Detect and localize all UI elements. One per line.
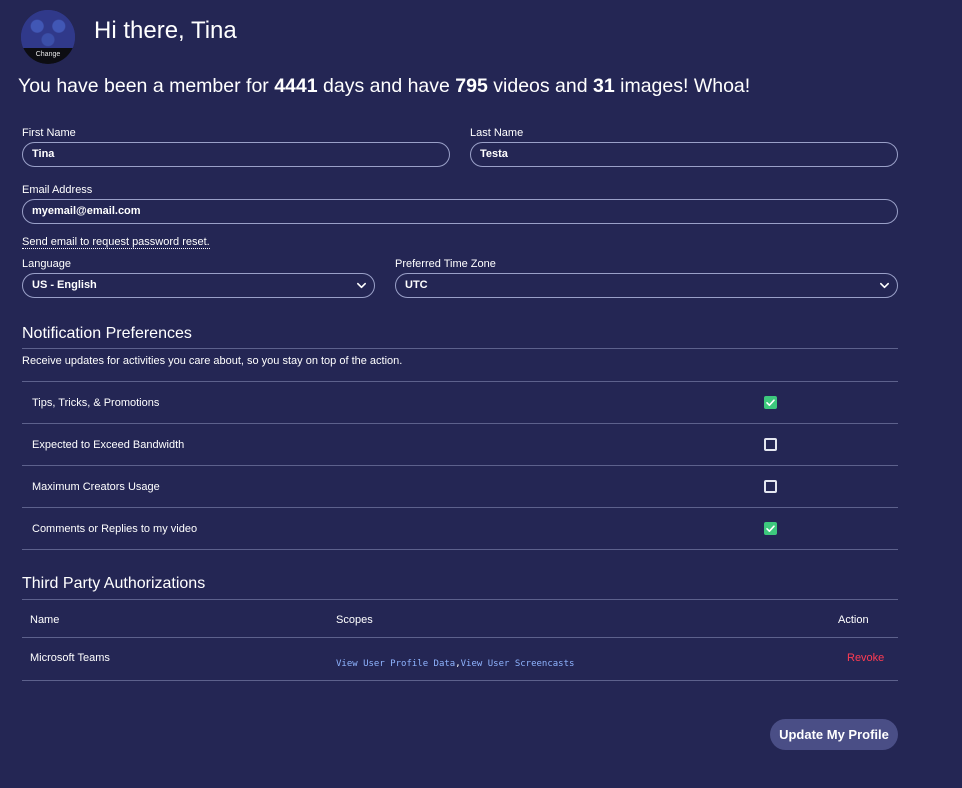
checkbox-checked[interactable]	[764, 396, 777, 409]
pref-label: Tips, Tricks, & Promotions	[32, 397, 160, 409]
scope-tag: View User Screencasts	[460, 659, 575, 669]
timezone-select[interactable]: UTC	[395, 273, 898, 298]
notification-description: Receive updates for activities you care …	[22, 355, 403, 367]
notification-preferences-title: Notification Preferences	[22, 325, 192, 342]
last-name-field[interactable]: Testa	[470, 142, 898, 167]
table-header-divider	[22, 637, 898, 638]
notification-title-divider	[22, 348, 898, 349]
avatar[interactable]: Change	[21, 10, 75, 64]
first-name-field[interactable]: Tina	[22, 142, 450, 167]
checkbox-unchecked[interactable]	[764, 480, 777, 493]
pref-row-comments: Comments or Replies to my video	[22, 508, 898, 550]
column-header-name: Name	[30, 614, 60, 626]
column-header-scopes: Scopes	[336, 614, 373, 626]
password-reset-link[interactable]: Send email to request password reset.	[22, 236, 210, 249]
membership-images: 31	[593, 75, 615, 97]
membership-suffix: images! Whoa!	[620, 75, 751, 97]
checkmark-icon	[766, 525, 775, 532]
language-value: US - English	[32, 279, 97, 291]
membership-mid1: days and have	[323, 75, 450, 97]
last-name-label: Last Name	[470, 127, 524, 139]
checkbox-unchecked[interactable]	[764, 438, 777, 451]
pref-label: Maximum Creators Usage	[32, 481, 160, 493]
avatar-change-label[interactable]: Change	[21, 48, 75, 64]
timezone-value: UTC	[405, 279, 428, 291]
membership-videos: 795	[455, 75, 488, 97]
membership-summary: You have been a member for 4441 days and…	[18, 75, 750, 98]
membership-mid2: videos and	[493, 75, 588, 97]
pref-label: Comments or Replies to my video	[32, 523, 198, 535]
language-select[interactable]: US - English	[22, 273, 375, 298]
third-party-title: Third Party Authorizations	[22, 575, 206, 592]
email-field[interactable]: myemail@email.com	[22, 199, 898, 224]
scope-tag: View User Profile Data	[336, 659, 456, 669]
auth-app-name: Microsoft Teams	[30, 652, 110, 664]
pref-label: Expected to Exceed Bandwidth	[32, 439, 185, 451]
auth-scopes: View User Profile Data,View User Screenc…	[336, 653, 574, 671]
first-name-label: First Name	[22, 127, 76, 139]
checkbox-checked[interactable]	[764, 522, 777, 535]
checkmark-icon	[766, 399, 775, 406]
timezone-label: Preferred Time Zone	[395, 258, 496, 270]
row-divider	[22, 549, 898, 550]
membership-days: 4441	[274, 75, 318, 97]
chevron-down-icon	[880, 282, 889, 289]
pref-row-tips: Tips, Tricks, & Promotions	[22, 382, 898, 424]
pref-row-creators: Maximum Creators Usage	[22, 466, 898, 508]
chevron-down-icon	[357, 282, 366, 289]
pref-row-bandwidth: Expected to Exceed Bandwidth	[22, 424, 898, 466]
greeting-title: Hi there, Tina	[94, 17, 237, 44]
email-label: Email Address	[22, 184, 93, 196]
update-profile-button[interactable]: Update My Profile	[770, 719, 898, 750]
revoke-link[interactable]: Revoke	[847, 652, 884, 664]
language-label: Language	[22, 258, 71, 270]
third-party-title-divider	[22, 599, 898, 600]
membership-prefix: You have been a member for	[18, 75, 269, 97]
column-header-action: Action	[838, 614, 869, 626]
table-row-divider	[22, 680, 898, 681]
